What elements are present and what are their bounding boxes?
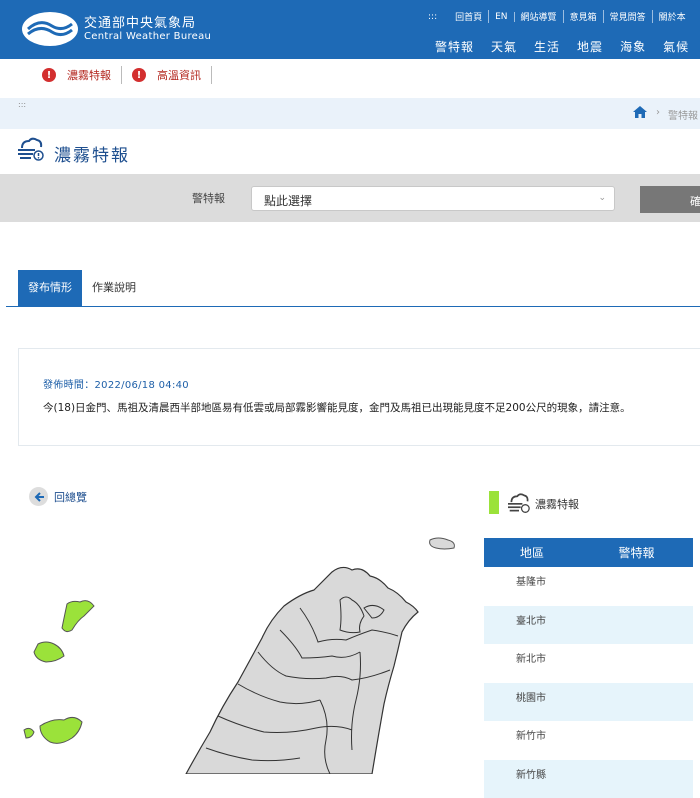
exclamation-icon: !	[42, 68, 56, 82]
map-region-kinmen	[40, 717, 82, 743]
column-header-region: 地區	[484, 544, 580, 561]
link-about[interactable]: 關於本	[653, 10, 692, 23]
taiwan-warning-map[interactable]	[0, 520, 470, 774]
table-row[interactable]: 新竹縣	[484, 760, 693, 798]
legend-label: 濃霧特報	[535, 496, 579, 512]
nav-warnings[interactable]: 警特報	[435, 38, 474, 55]
site-header: 交通部中央氣象局 Central Weather Bureau ::: 回首頁 …	[0, 0, 700, 59]
link-faq[interactable]: 常見問答	[604, 10, 653, 23]
table-row[interactable]: 基隆市	[484, 567, 693, 606]
arrow-left-icon	[29, 487, 48, 506]
home-icon[interactable]	[632, 105, 648, 119]
filter-label: 警特報	[192, 190, 225, 206]
link-sitemap[interactable]: 網站導覽	[515, 10, 564, 23]
alert-fog-label: 濃霧特報	[67, 67, 111, 83]
alert-heat[interactable]: ! 高溫資訊	[132, 66, 212, 84]
brand-name-cn[interactable]: 交通部中央氣象局	[84, 12, 196, 31]
breadcrumb-separator: ›	[656, 107, 660, 118]
table-row[interactable]: 新竹市	[484, 721, 693, 760]
cwb-logo[interactable]	[22, 12, 78, 46]
legend-color-swatch	[489, 491, 499, 514]
fog-icon	[507, 492, 531, 514]
notice-panel: 發佈時間：2022/06/18 04:40 今(18)日金門、馬祖及清晨西半部地…	[18, 348, 700, 446]
tab-underline	[6, 306, 700, 307]
confirm-button[interactable]: 確	[640, 186, 700, 213]
page-title: 濃霧特報	[54, 141, 130, 166]
nav-weather[interactable]: 天氣	[491, 38, 517, 55]
tab-operation-notes[interactable]: 作業說明	[82, 270, 146, 306]
chevron-down-icon: ⌄	[598, 193, 606, 203]
nav-life[interactable]: 生活	[534, 38, 560, 55]
region-warning-table: 地區 警特報 基隆市 臺北市 新北市 桃園市 新竹市 新竹縣	[484, 538, 693, 798]
map-region-matsu-south	[34, 642, 64, 662]
top-links: ::: 回首頁 EN 網站導覽 意見箱 常見問答 關於本	[428, 10, 692, 23]
alert-heat-label: 高溫資訊	[157, 67, 201, 83]
exclamation-icon: !	[132, 68, 146, 82]
breadcrumb: ::: › 警特報	[0, 98, 700, 129]
link-home[interactable]: 回首頁	[449, 10, 489, 23]
filter-bar: 警特報 點此選擇 ⌄ 確	[0, 174, 700, 222]
map-region-taiwan	[186, 567, 418, 774]
warning-select[interactable]: 點此選擇 ⌄	[251, 186, 615, 211]
map-region-kinmen-small	[24, 728, 34, 738]
table-row[interactable]: 新北市	[484, 644, 693, 683]
table-row[interactable]: 桃園市	[484, 683, 693, 722]
link-english[interactable]: EN	[489, 12, 514, 22]
fog-icon	[17, 136, 45, 162]
main-nav: 警特報 天氣 生活 地震 海象 氣候	[435, 38, 700, 55]
map-region-matsu	[62, 601, 94, 632]
nav-earthquake[interactable]: 地震	[577, 38, 603, 55]
back-to-overview-button[interactable]: 回總覽	[29, 487, 87, 506]
accesskey-dots[interactable]: :::	[428, 12, 437, 22]
issue-time: 發佈時間：2022/06/18 04:40	[43, 376, 189, 391]
column-header-warning: 警特報	[580, 544, 693, 561]
accesskey-dots[interactable]: :::	[18, 100, 26, 109]
notice-text: 今(18)日金門、馬祖及清晨西半部地區易有低雲或局部霧影響能見度，金門及馬祖已出…	[43, 400, 631, 415]
link-feedback[interactable]: 意見箱	[564, 10, 604, 23]
alert-bar: ! 濃霧特報 ! 高溫資訊	[42, 66, 222, 84]
warning-select-value: 點此選擇	[264, 194, 312, 208]
nav-marine[interactable]: 海象	[620, 38, 646, 55]
breadcrumb-current[interactable]: 警特報	[668, 107, 698, 122]
alert-fog[interactable]: ! 濃霧特報	[42, 66, 122, 84]
tab-list: 發布情形 作業說明	[18, 270, 146, 306]
tab-issuance[interactable]: 發布情形	[18, 270, 82, 306]
table-header: 地區 警特報	[484, 538, 693, 567]
map-region-islet	[430, 538, 455, 549]
back-label: 回總覽	[54, 489, 87, 505]
table-row[interactable]: 臺北市	[484, 606, 693, 645]
brand-name-en[interactable]: Central Weather Bureau	[84, 31, 211, 42]
nav-climate[interactable]: 氣候	[663, 38, 689, 55]
